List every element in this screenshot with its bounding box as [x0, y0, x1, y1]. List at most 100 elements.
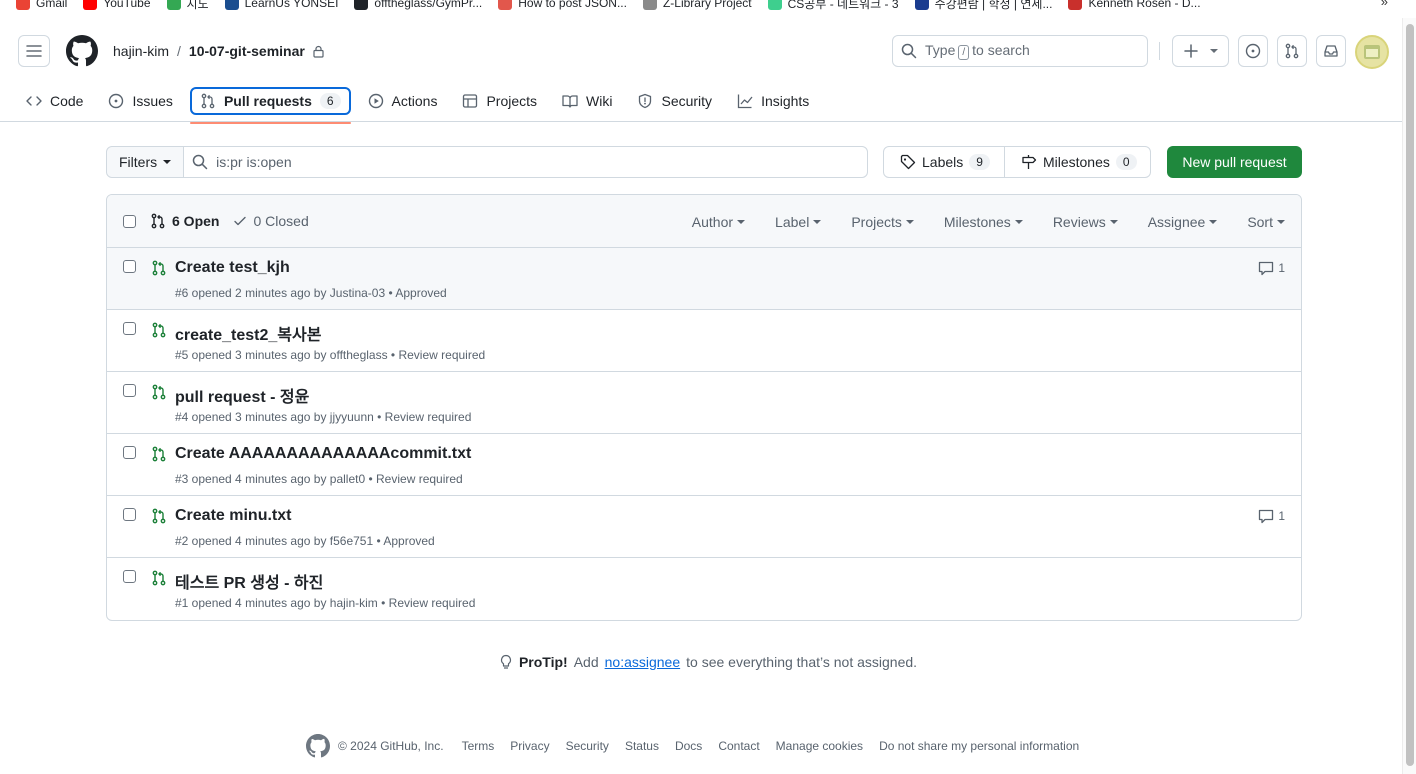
bookmark-item[interactable]: CS공부 - 네트워크 - 3 [767, 0, 899, 12]
pull-request-row[interactable]: pull request - 정윤 #4 opened 3 minutes ago… [107, 372, 1301, 434]
bookmark-label: YouTube [103, 0, 151, 10]
bookmark-item[interactable]: How to post JSON... [498, 0, 627, 10]
row-checkbox[interactable] [123, 384, 136, 397]
footer-link-security[interactable]: Security [566, 739, 609, 753]
chevron-down-icon [1209, 219, 1218, 224]
scrollbar-thumb[interactable] [1406, 24, 1414, 766]
comments-link[interactable]: 1 [1258, 260, 1285, 276]
filter-label: Assignee [1147, 213, 1206, 230]
chevron-down-icon [1014, 219, 1023, 224]
pull-request-row[interactable]: 테스트 PR 생성 - 하진 #1 opened 4 minutes ago by… [107, 558, 1301, 620]
author-filter-dropdown[interactable]: Author [692, 214, 746, 230]
pull-request-row[interactable]: create_test2_복사본 #5 opened 3 minutes ago … [107, 310, 1301, 372]
repo-link[interactable]: 10-07-git-seminar [189, 43, 305, 59]
assignee-filter-dropdown[interactable]: Assignee [1148, 214, 1218, 230]
page-scrollbar[interactable] [1402, 18, 1416, 774]
pull-request-title-link[interactable]: 테스트 PR 생성 - 하진 [175, 569, 323, 593]
header-divider [1159, 42, 1160, 60]
bookmark-item[interactable]: 수강편람 | 학정 | 연세... [914, 0, 1052, 12]
footer-link-terms[interactable]: Terms [462, 739, 495, 753]
row-checkbox[interactable] [123, 446, 136, 459]
tab-security[interactable]: Security [629, 87, 720, 115]
tab-projects[interactable]: Projects [454, 87, 545, 115]
pull-request-meta: #3 opened 4 minutes ago by pallet0 • Rev… [175, 472, 463, 486]
your-pull-requests-button[interactable] [1277, 35, 1307, 67]
footer-link-docs[interactable]: Docs [675, 739, 702, 753]
row-checkbox[interactable] [123, 260, 136, 273]
row-checkbox[interactable] [123, 570, 136, 583]
chevron-down-icon [1209, 49, 1218, 53]
tab-insights[interactable]: Insights [729, 87, 817, 115]
user-avatar[interactable] [1355, 35, 1389, 69]
pr-search-input[interactable]: is:pr is:open [184, 147, 867, 177]
tab-label: Actions [391, 93, 438, 109]
open-filter-link[interactable]: 6 Open [150, 213, 219, 229]
tab-issues[interactable]: Issues [100, 87, 180, 115]
bookmark-item[interactable]: 지도 [166, 0, 209, 12]
bookmark-item[interactable]: YouTube [83, 0, 151, 10]
owner-link[interactable]: hajin-kim [113, 43, 169, 59]
pull-request-title-link[interactable]: pull request - 정윤 [175, 383, 309, 407]
bookmark-item[interactable]: LearnUs YONSEI [224, 0, 339, 10]
milestones-button[interactable]: Milestones 0 [1003, 147, 1153, 177]
bookmark-label: 지도 [186, 0, 209, 11]
pull-request-row[interactable]: Create minu.txt #2 opened 4 minutes ago b… [107, 496, 1301, 558]
create-new-button[interactable] [1172, 35, 1229, 67]
bookmark-item[interactable]: Gmail [16, 0, 67, 10]
github-logo-icon[interactable] [306, 734, 330, 758]
footer-link-manage-cookies[interactable]: Manage cookies [776, 739, 863, 753]
comments-link[interactable]: 1 [1258, 508, 1285, 524]
protip-text-post: to see everything that’s not assigned. [686, 654, 918, 670]
milestones-filter-dropdown[interactable]: Milestones [944, 214, 1023, 230]
select-all-checkbox[interactable] [123, 214, 136, 228]
bookmarks-overflow-button[interactable]: » [1381, 0, 1388, 9]
new-pull-request-button[interactable]: New pull request [1167, 146, 1302, 178]
tag-icon [900, 154, 916, 170]
footer-link-contact[interactable]: Contact [718, 739, 759, 753]
graph-icon [737, 93, 753, 109]
pull-request-row[interactable]: Create test_kjh #6 opened 2 minutes ago b… [107, 248, 1301, 310]
tab-label: Pull requests [223, 93, 312, 109]
inbox-button[interactable] [1316, 35, 1346, 67]
tab-code[interactable]: Code [26, 87, 91, 115]
projects-filter-dropdown[interactable]: Projects [851, 214, 914, 230]
pull-request-title-link[interactable]: Create AAAAAAAAAAAAAAcommit.txt [175, 445, 471, 463]
bookmark-favicon-icon [16, 0, 30, 10]
bookmark-item[interactable]: Z-Library Project [642, 0, 752, 10]
pull-request-title-link[interactable]: create_test2_복사본 [175, 321, 321, 345]
tab-label: Projects [486, 93, 538, 109]
bookmark-favicon-icon [914, 0, 929, 10]
pull-request-title-link[interactable]: Create minu.txt [175, 507, 291, 525]
row-checkbox[interactable] [123, 322, 136, 335]
bookmark-label: LearnUs YONSEI [244, 0, 339, 10]
tab-pull-requests[interactable]: Pull requests 6 [189, 87, 351, 124]
footer-link-privacy[interactable]: Privacy [510, 739, 549, 753]
protip-label: ProTip! [518, 654, 568, 670]
bookmark-label: offtheglass/GymPr... [374, 0, 483, 10]
footer-link-do-not-share-my-personal-information[interactable]: Do not share my personal information [879, 739, 1079, 753]
shield-icon [637, 93, 653, 109]
comment-icon [1258, 260, 1274, 276]
bookmark-item[interactable]: offtheglass/GymPr... [354, 0, 482, 10]
pull-request-row[interactable]: Create AAAAAAAAAAAAAAcommit.txt #3 opened… [107, 434, 1301, 496]
protip-link[interactable]: no:assignee [605, 654, 681, 670]
pull-request-meta: #6 opened 2 minutes ago by Justina-03 • … [175, 286, 447, 300]
tab-actions[interactable]: Actions [360, 87, 446, 115]
filter-label: Reviews [1052, 213, 1106, 230]
pull-request-title-link[interactable]: Create test_kjh [175, 259, 290, 277]
your-issues-button[interactable] [1238, 35, 1268, 67]
sort-filter-dropdown[interactable]: Sort [1247, 214, 1285, 230]
row-checkbox[interactable] [123, 508, 136, 521]
global-search-input[interactable]: Type / to search [892, 35, 1148, 67]
footer-link-status[interactable]: Status [625, 739, 659, 753]
reviews-filter-dropdown[interactable]: Reviews [1053, 214, 1118, 230]
labels-button[interactable]: Labels 9 [884, 147, 1004, 177]
closed-filter-link[interactable]: 0 Closed [233, 213, 309, 229]
github-logo-icon[interactable] [66, 35, 98, 67]
filter-label: Sort [1247, 213, 1273, 230]
menu-button[interactable] [18, 35, 50, 67]
tab-wiki[interactable]: Wiki [554, 87, 620, 115]
label-filter-dropdown[interactable]: Label [775, 214, 822, 230]
bookmark-item[interactable]: Kenneth Rosen - D... [1068, 0, 1201, 10]
filters-dropdown-button[interactable]: Filters [107, 147, 185, 177]
